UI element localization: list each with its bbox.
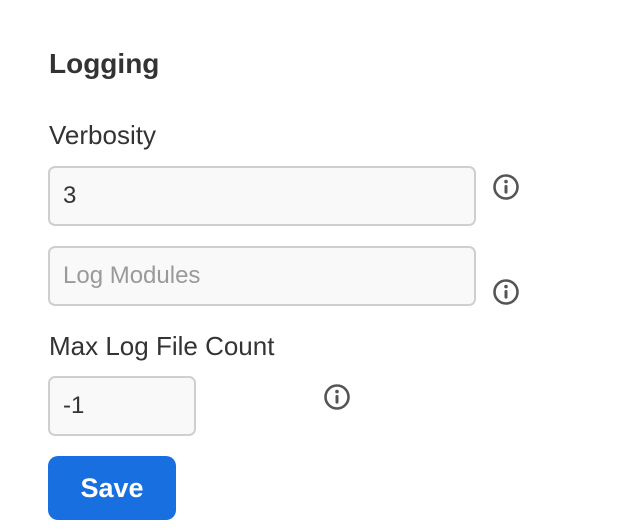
verbosity-input[interactable] (48, 166, 476, 226)
log-modules-input[interactable] (48, 246, 476, 306)
max-log-file-count-info-icon[interactable] (323, 383, 351, 411)
verbosity-label: Verbosity (49, 120, 156, 150)
log-modules-info-icon[interactable] (492, 278, 520, 306)
max-log-file-count-label: Max Log File Count (49, 331, 275, 361)
section-title: Logging (49, 48, 160, 79)
save-button[interactable]: Save (48, 456, 176, 520)
verbosity-info-icon[interactable] (492, 173, 520, 201)
max-log-file-count-input[interactable] (48, 376, 196, 436)
